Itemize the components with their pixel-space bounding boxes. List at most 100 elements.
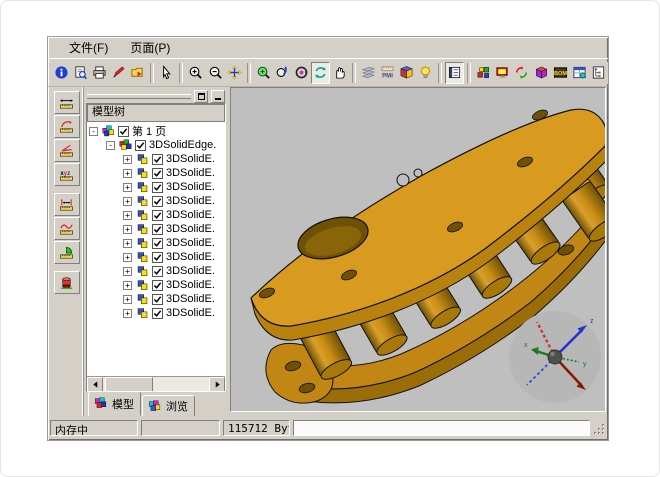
- measure-volume-icon: [59, 275, 75, 291]
- select-button[interactable]: [157, 62, 176, 84]
- measure-toolbar: xyz: [50, 87, 84, 416]
- expand-box[interactable]: +: [123, 253, 132, 262]
- expand-box[interactable]: +: [123, 197, 132, 206]
- info-button[interactable]: [52, 62, 71, 84]
- export-file-button[interactable]: [128, 62, 147, 84]
- scroll-right-button[interactable]: [209, 377, 225, 392]
- svg-text:xyz: xyz: [60, 170, 70, 177]
- rotation-trackball[interactable]: z x y: [509, 311, 601, 403]
- collapse-box[interactable]: -: [106, 141, 115, 150]
- measure-xyz-icon: xyz: [59, 167, 75, 183]
- visibility-checkbox[interactable]: [152, 238, 163, 249]
- resize-grip[interactable]: [593, 420, 606, 436]
- solid-display-button[interactable]: [532, 62, 551, 84]
- model-canvas[interactable]: z x y: [231, 88, 606, 412]
- expand-box[interactable]: +: [123, 183, 132, 192]
- tab-browse[interactable]: 浏览: [142, 395, 195, 416]
- zoom-in-button[interactable]: [186, 62, 205, 84]
- view-cube-button[interactable]: [397, 62, 416, 84]
- print-preview-button[interactable]: [71, 62, 90, 84]
- visibility-checkbox[interactable]: [135, 140, 146, 151]
- pan-hand-button[interactable]: [330, 62, 349, 84]
- tree-node-label: 第 1 页: [132, 123, 166, 139]
- expand-box[interactable]: +: [123, 169, 132, 178]
- zoom-in-icon: [188, 65, 204, 81]
- zoom-out-button[interactable]: [205, 62, 224, 84]
- visibility-checkbox[interactable]: [152, 224, 163, 235]
- collapse-box[interactable]: -: [89, 127, 98, 136]
- visibility-checkbox[interactable]: [152, 196, 163, 207]
- measure-angle-button[interactable]: [54, 139, 80, 162]
- update-view-button[interactable]: [512, 62, 531, 84]
- measure-radius-button[interactable]: [54, 115, 80, 138]
- visibility-checkbox[interactable]: [152, 210, 163, 221]
- edit-pen-icon: [111, 65, 127, 81]
- tree-node-label: 3DSolidE.: [166, 279, 215, 291]
- expand-box[interactable]: +: [123, 239, 132, 248]
- visibility-checkbox[interactable]: [152, 294, 163, 305]
- expand-box[interactable]: +: [123, 225, 132, 234]
- visibility-checkbox[interactable]: [152, 308, 163, 319]
- measure-coordinate-button[interactable]: xyz: [54, 163, 80, 186]
- visibility-checkbox[interactable]: [118, 126, 129, 137]
- pan-move-button[interactable]: [225, 62, 244, 84]
- view-cube-icon: [399, 65, 415, 81]
- toolbar-separator: [438, 63, 442, 83]
- measure-distance-button[interactable]: [54, 193, 80, 216]
- zoom-dynamic-button[interactable]: [273, 62, 292, 84]
- toolbar-separator: [467, 63, 471, 83]
- measure-curve-button[interactable]: [54, 217, 80, 240]
- lighting-button[interactable]: [416, 62, 435, 84]
- visibility-checkbox[interactable]: [152, 266, 163, 277]
- expand-box[interactable]: +: [123, 155, 132, 164]
- part-icon: [134, 195, 150, 208]
- visibility-checkbox[interactable]: [152, 280, 163, 291]
- visibility-checkbox[interactable]: [152, 168, 163, 179]
- part-icon: [134, 251, 150, 264]
- tab-model[interactable]: 模型: [88, 391, 141, 416]
- pmi-button[interactable]: PMI: [378, 62, 397, 84]
- expand-box[interactable]: +: [123, 281, 132, 290]
- tree-hscrollbar[interactable]: [87, 376, 225, 391]
- collapse-panel-button[interactable]: [211, 90, 225, 103]
- visibility-checkbox[interactable]: [152, 154, 163, 165]
- markup-pen-button[interactable]: [109, 62, 128, 84]
- minimize-icon: [215, 98, 221, 100]
- scroll-left-button[interactable]: [87, 377, 103, 392]
- expand-box[interactable]: +: [123, 309, 132, 318]
- expand-box[interactable]: +: [123, 267, 132, 276]
- report-table-button[interactable]: [570, 62, 589, 84]
- panel-title: 模型树: [87, 104, 225, 122]
- panel-gripper[interactable]: [86, 89, 226, 103]
- solid-icon: [533, 65, 549, 81]
- measure-volume-button[interactable]: [54, 271, 80, 294]
- svg-text:PMI: PMI: [382, 73, 393, 80]
- expand-box[interactable]: +: [123, 295, 132, 304]
- tree-view-toggle-button[interactable]: [589, 62, 608, 84]
- tree-node-label: 3DSolidE.: [166, 195, 215, 207]
- tab-label: 模型: [112, 396, 134, 412]
- parts-list-button[interactable]: [474, 62, 493, 84]
- scrollbar-thumb[interactable]: [105, 377, 153, 392]
- render-settings-button[interactable]: [493, 62, 512, 84]
- expand-box[interactable]: +: [123, 211, 132, 220]
- bom-button[interactable]: BOM: [551, 62, 570, 84]
- measure-length-button[interactable]: [54, 91, 80, 114]
- orbit-button[interactable]: [292, 62, 311, 84]
- visibility-checkbox[interactable]: [152, 252, 163, 263]
- measure-area-button[interactable]: [54, 241, 80, 264]
- light-icon: [418, 65, 434, 81]
- measure-distance-icon: [59, 197, 75, 213]
- menu-item-0[interactable]: 文件(F): [60, 37, 117, 58]
- visibility-checkbox[interactable]: [152, 182, 163, 193]
- rotate-view-button[interactable]: [311, 62, 330, 84]
- layers-button[interactable]: [359, 62, 378, 84]
- viewport-3d[interactable]: z x y: [230, 87, 606, 412]
- print-button[interactable]: [90, 62, 109, 84]
- status-panel-1: [141, 420, 220, 436]
- float-panel-button[interactable]: [194, 90, 208, 103]
- zoom-window-button[interactable]: [254, 62, 273, 84]
- part-icon: [134, 153, 150, 166]
- menu-item-1[interactable]: 页面(P): [121, 37, 179, 58]
- panel-toggle-button[interactable]: [445, 62, 464, 84]
